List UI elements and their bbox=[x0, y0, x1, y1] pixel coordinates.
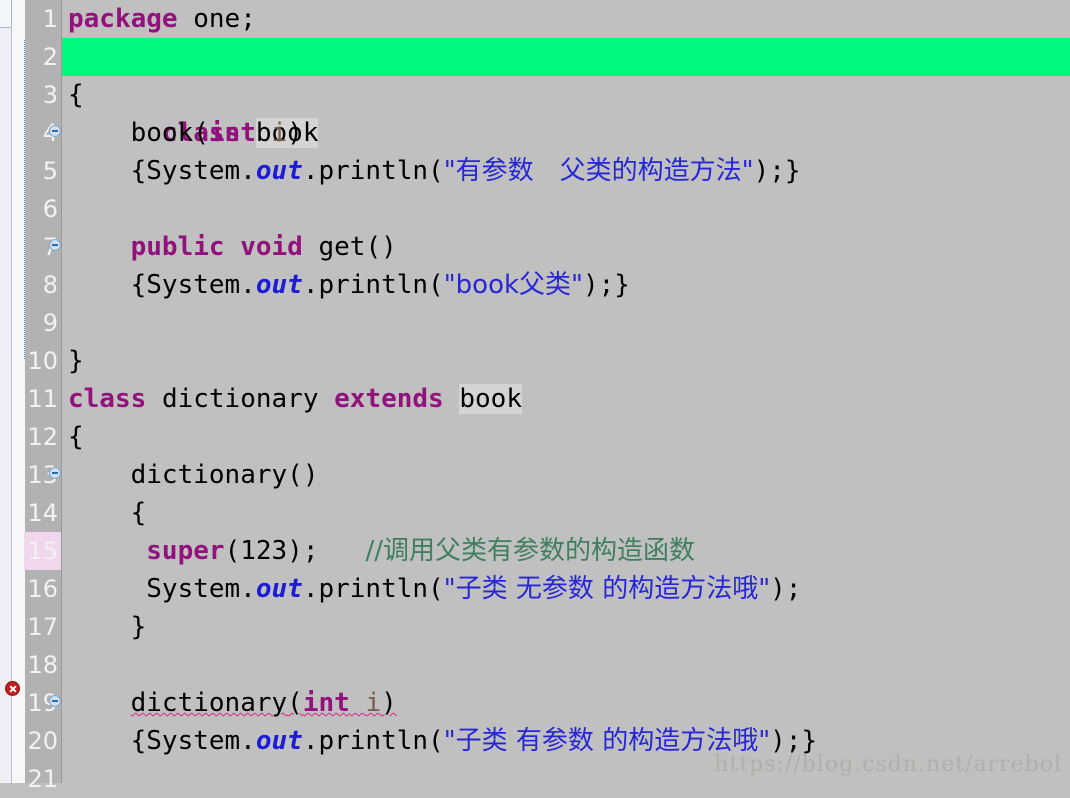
type-name-dictionary: dictionary bbox=[161, 384, 319, 414]
string-literal-line8: "book父类" bbox=[443, 270, 583, 300]
code-line-12[interactable]: { bbox=[62, 418, 1070, 456]
code-line-17[interactable]: } bbox=[62, 608, 1070, 646]
code-line-4[interactable]: book(int i) bbox=[62, 114, 1070, 152]
keyword-int: int bbox=[302, 688, 350, 718]
code-line-19[interactable]: dictionary(int i) bbox=[62, 684, 1070, 722]
parameter-i: i bbox=[365, 688, 382, 718]
constructor-name-dictionary: dictionary bbox=[130, 688, 288, 718]
code-line-15[interactable]: super(123); //调用父类有参数的构造函数 bbox=[62, 532, 1070, 570]
code-line-3[interactable]: { bbox=[62, 76, 1070, 114]
code-line-7[interactable]: public void get() bbox=[62, 228, 1070, 266]
code-editor: 1 2 3 4 5 6 7 8 9 10 11 12 13 14 15 16 1… bbox=[0, 0, 1070, 793]
keyword-int: int bbox=[208, 118, 256, 148]
code-text-area[interactable]: package one; class book { book(int i) {S… bbox=[62, 0, 1070, 783]
code-line-8[interactable]: {System.out.println("book父类");} bbox=[62, 266, 1070, 304]
keyword-class: class bbox=[68, 384, 147, 414]
fold-collapse-icon-line4[interactable] bbox=[49, 125, 61, 137]
supertype-name-book: book bbox=[459, 384, 522, 414]
tab-corner-chrome bbox=[0, 0, 12, 28]
keyword-extends: extends bbox=[334, 384, 444, 414]
keyword-public: public bbox=[130, 232, 225, 262]
field-out: out bbox=[255, 726, 303, 756]
package-name: one; bbox=[177, 4, 256, 34]
code-line-10[interactable]: } bbox=[62, 342, 1070, 380]
fold-collapse-icon-line13[interactable] bbox=[49, 467, 61, 479]
fold-collapse-icon-line19[interactable] bbox=[49, 695, 61, 707]
code-line-18[interactable] bbox=[62, 646, 1070, 684]
error-token-dictionary-ctor: dictionary(int i) bbox=[130, 688, 397, 718]
code-line-2[interactable]: class book bbox=[62, 38, 1070, 148]
constructor-name-book: book bbox=[130, 118, 194, 148]
keyword-package: package bbox=[68, 4, 178, 34]
field-out: out bbox=[255, 574, 303, 604]
string-literal-line16: "子类 无参数 的构造方法哦" bbox=[443, 574, 771, 604]
code-line-11[interactable]: class dictionary extends book bbox=[62, 380, 1070, 418]
code-line-16[interactable]: System.out.println("子类 无参数 的构造方法哦"); bbox=[62, 570, 1070, 608]
search-highlight-band bbox=[62, 38, 1070, 76]
keyword-super: super bbox=[146, 536, 225, 566]
code-line-6[interactable] bbox=[62, 190, 1070, 228]
folding-marker-column[interactable] bbox=[48, 0, 110, 783]
string-literal-line5: "有参数 父类的构造方法" bbox=[443, 156, 754, 186]
code-line-5[interactable]: {System.out.println("有参数 父类的构造方法");} bbox=[62, 152, 1070, 190]
error-marker-icon-line19[interactable] bbox=[5, 681, 20, 696]
code-line-13[interactable]: dictionary() bbox=[62, 456, 1070, 494]
field-out: out bbox=[255, 270, 303, 300]
code-line-14[interactable]: { bbox=[62, 494, 1070, 532]
annotation-marker-bar[interactable] bbox=[0, 28, 12, 783]
keyword-void: void bbox=[240, 232, 303, 262]
code-line-1[interactable]: package one; bbox=[62, 0, 1070, 38]
comment-line15: //调用父类有参数的构造函数 bbox=[365, 536, 695, 566]
constructor-name-dictionary: dictionary bbox=[130, 460, 288, 490]
field-out: out bbox=[255, 156, 303, 186]
watermark-text: https://blog.csdn.net/arrebol bbox=[714, 752, 1062, 777]
code-line-9[interactable] bbox=[62, 304, 1070, 342]
parameter-i: i bbox=[271, 118, 288, 148]
fold-collapse-icon-line7[interactable] bbox=[49, 239, 61, 251]
